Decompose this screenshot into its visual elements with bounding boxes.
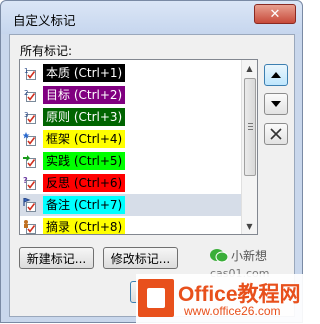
tag-label: 反思 (Ctrl+6) <box>43 174 126 192</box>
office-logo-icon <box>138 279 174 317</box>
question-checkbox-icon: ? <box>23 176 37 190</box>
svg-text:2: 2 <box>24 89 28 97</box>
wechat-icon <box>210 249 228 263</box>
tag-list-item[interactable]: 备注 (Ctrl+7) <box>20 194 242 216</box>
tag-label: 本质 (Ctrl+1) <box>43 64 126 82</box>
tag-label: 备注 (Ctrl+7) <box>43 196 126 214</box>
svg-text:?: ? <box>23 176 28 185</box>
list-scrollbar[interactable]: ▲ ▼ <box>241 60 257 234</box>
office-watermark-logo: Office教程网 www.office26.com <box>136 274 304 324</box>
svg-text:3: 3 <box>24 111 28 119</box>
custom-tags-dialog: 自定义标记 ✕ 所有标记: 1 本质 (Ctrl+1) 2 目标 (Ctrl+2) 3 原… <box>0 0 304 324</box>
checkbox-1-icon: 1 <box>23 66 37 80</box>
flag-checkbox-icon <box>23 198 37 212</box>
title-bar: 自定义标记 ✕ <box>1 1 302 34</box>
star-checkbox-icon <box>23 132 37 146</box>
delete-tag-button[interactable] <box>264 123 288 145</box>
up-arrow-icon <box>271 72 281 78</box>
move-down-button[interactable] <box>264 93 288 115</box>
tag-label: 原则 (Ctrl+3) <box>43 108 126 126</box>
tag-label: 框架 (Ctrl+4) <box>43 130 126 148</box>
scroll-up-arrow[interactable]: ▲ <box>242 60 257 76</box>
arrow-checkbox-icon <box>23 154 37 168</box>
tags-list: 1 本质 (Ctrl+1) 2 目标 (Ctrl+2) 3 原则 (Ctrl+3) 框架 (… <box>20 62 242 234</box>
wechat-watermark: 小新想 <box>210 247 267 264</box>
tag-list-item[interactable]: 实践 (Ctrl+5) <box>20 150 242 172</box>
wechat-name: 小新想 <box>231 249 268 263</box>
close-icon: ✕ <box>269 6 281 22</box>
svg-text:1: 1 <box>24 67 28 75</box>
tag-list-item[interactable]: ? 反思 (Ctrl+6) <box>20 172 242 194</box>
tag-label: 摘录 (Ctrl+8) <box>43 218 126 234</box>
modify-tag-button[interactable]: 修改标记... <box>103 247 178 269</box>
office-brand-url: www.office26.com <box>184 304 281 318</box>
delete-x-icon <box>270 128 282 140</box>
tag-list-item[interactable]: 框架 (Ctrl+4) <box>20 128 242 150</box>
tag-list-item[interactable]: 3 原则 (Ctrl+3) <box>20 106 242 128</box>
scroll-thumb[interactable] <box>244 78 256 176</box>
tag-list-item[interactable]: 2 目标 (Ctrl+2) <box>20 84 242 106</box>
all-tags-label: 所有标记: <box>20 44 73 58</box>
tag-label: 目标 (Ctrl+2) <box>43 86 126 104</box>
down-arrow-icon <box>271 101 281 107</box>
tag-list-item[interactable]: 1 本质 (Ctrl+1) <box>20 62 242 84</box>
checkbox-2-icon: 2 <box>23 88 37 102</box>
tags-listbox[interactable]: 1 本质 (Ctrl+1) 2 目标 (Ctrl+2) 3 原则 (Ctrl+3) 框架 (… <box>19 59 258 235</box>
dialog-title: 自定义标记 <box>13 13 76 28</box>
close-button[interactable]: ✕ <box>254 4 296 24</box>
scroll-down-arrow[interactable]: ▼ <box>242 218 257 234</box>
new-tag-button[interactable]: 新建标记... <box>19 247 94 269</box>
move-up-button[interactable] <box>264 64 288 86</box>
tag-label: 实践 (Ctrl+5) <box>43 152 126 170</box>
person-checkbox-icon <box>23 220 37 234</box>
checkbox-3-icon: 3 <box>23 110 37 124</box>
tag-list-item[interactable]: 摘录 (Ctrl+8) <box>20 216 242 234</box>
